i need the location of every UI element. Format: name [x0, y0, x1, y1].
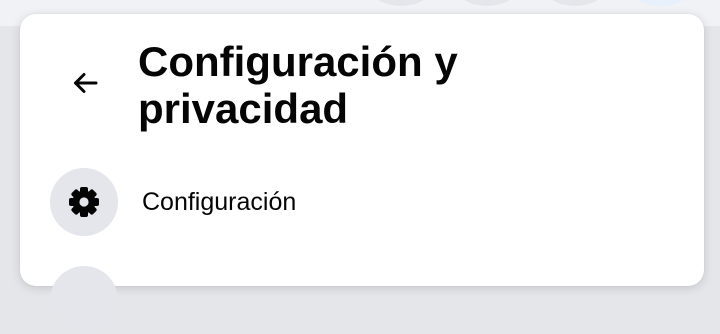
- top-nav-button-active[interactable]: [630, 0, 692, 6]
- arrow-left-icon: [74, 73, 98, 93]
- menu-item-label: Configuración: [142, 188, 297, 216]
- gear-icon: [69, 187, 99, 217]
- settings-privacy-panel: Configuración y privacidad Configuración: [20, 14, 704, 334]
- top-nav-button[interactable]: [370, 0, 432, 6]
- top-nav-button[interactable]: [544, 0, 606, 6]
- menu-item-icon-container: [50, 168, 118, 236]
- next-menu-item-icon[interactable]: [50, 266, 118, 334]
- panel-title: Configuración y privacidad: [138, 38, 458, 132]
- menu-item-configuracion[interactable]: Configuración: [44, 164, 684, 240]
- back-button[interactable]: [60, 58, 110, 108]
- top-nav-button[interactable]: [456, 0, 518, 6]
